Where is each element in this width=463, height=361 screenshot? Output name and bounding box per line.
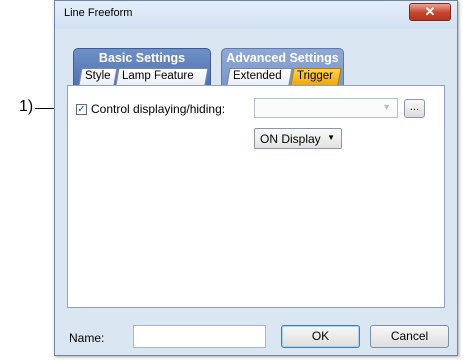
title-bar: Line Freeform ✕ xyxy=(55,1,457,29)
tab-group-advanced-settings[interactable]: Advanced Settings Extended Trigger xyxy=(221,48,344,86)
close-icon: ✕ xyxy=(424,4,436,19)
tab-trigger-label: Trigger xyxy=(297,70,333,82)
window-title: Line Freeform xyxy=(64,7,133,19)
tab-group-basic-settings[interactable]: Basic Settings Style Lamp Feature xyxy=(73,48,211,86)
tab-group-basic-label: Basic Settings xyxy=(98,51,186,65)
line-freeform-dialog: Line Freeform ✕ Basic Settings Style Lam… xyxy=(54,0,458,356)
display-mode-select[interactable]: ON Display ▼ xyxy=(254,128,342,149)
tab-extended[interactable]: Extended xyxy=(226,68,293,85)
tab-trigger[interactable]: Trigger xyxy=(290,68,342,85)
dropdown-arrow-icon: ▼ xyxy=(327,133,335,142)
tab-lamp-feature[interactable]: Lamp Feature xyxy=(115,68,209,85)
trigger-device-combo[interactable]: ▼ xyxy=(254,98,398,118)
browse-button[interactable]: ... xyxy=(404,99,425,118)
control-display-label: Control displaying/hiding: xyxy=(91,102,226,116)
cancel-button[interactable]: Cancel xyxy=(370,325,449,348)
ok-button[interactable]: OK xyxy=(281,325,360,348)
name-input[interactable] xyxy=(133,325,266,348)
close-button[interactable]: ✕ xyxy=(409,3,451,21)
chevron-down-icon: ▼ xyxy=(382,102,391,112)
trigger-settings-panel: ✓ Control displaying/hiding: ▼ ... ON Di… xyxy=(67,85,445,308)
control-display-checkbox[interactable]: ✓ xyxy=(76,104,87,115)
display-mode-value: ON Display xyxy=(260,132,321,146)
tab-lamp-feature-label: Lamp Feature xyxy=(122,70,194,82)
tab-style-label: Style xyxy=(85,70,111,82)
tab-style[interactable]: Style xyxy=(78,68,118,85)
callout-label: 1) xyxy=(19,98,34,115)
tab-extended-label: Extended xyxy=(233,70,282,82)
name-label: Name: xyxy=(69,331,105,345)
tab-group-advanced-label: Advanced Settings xyxy=(226,51,339,65)
